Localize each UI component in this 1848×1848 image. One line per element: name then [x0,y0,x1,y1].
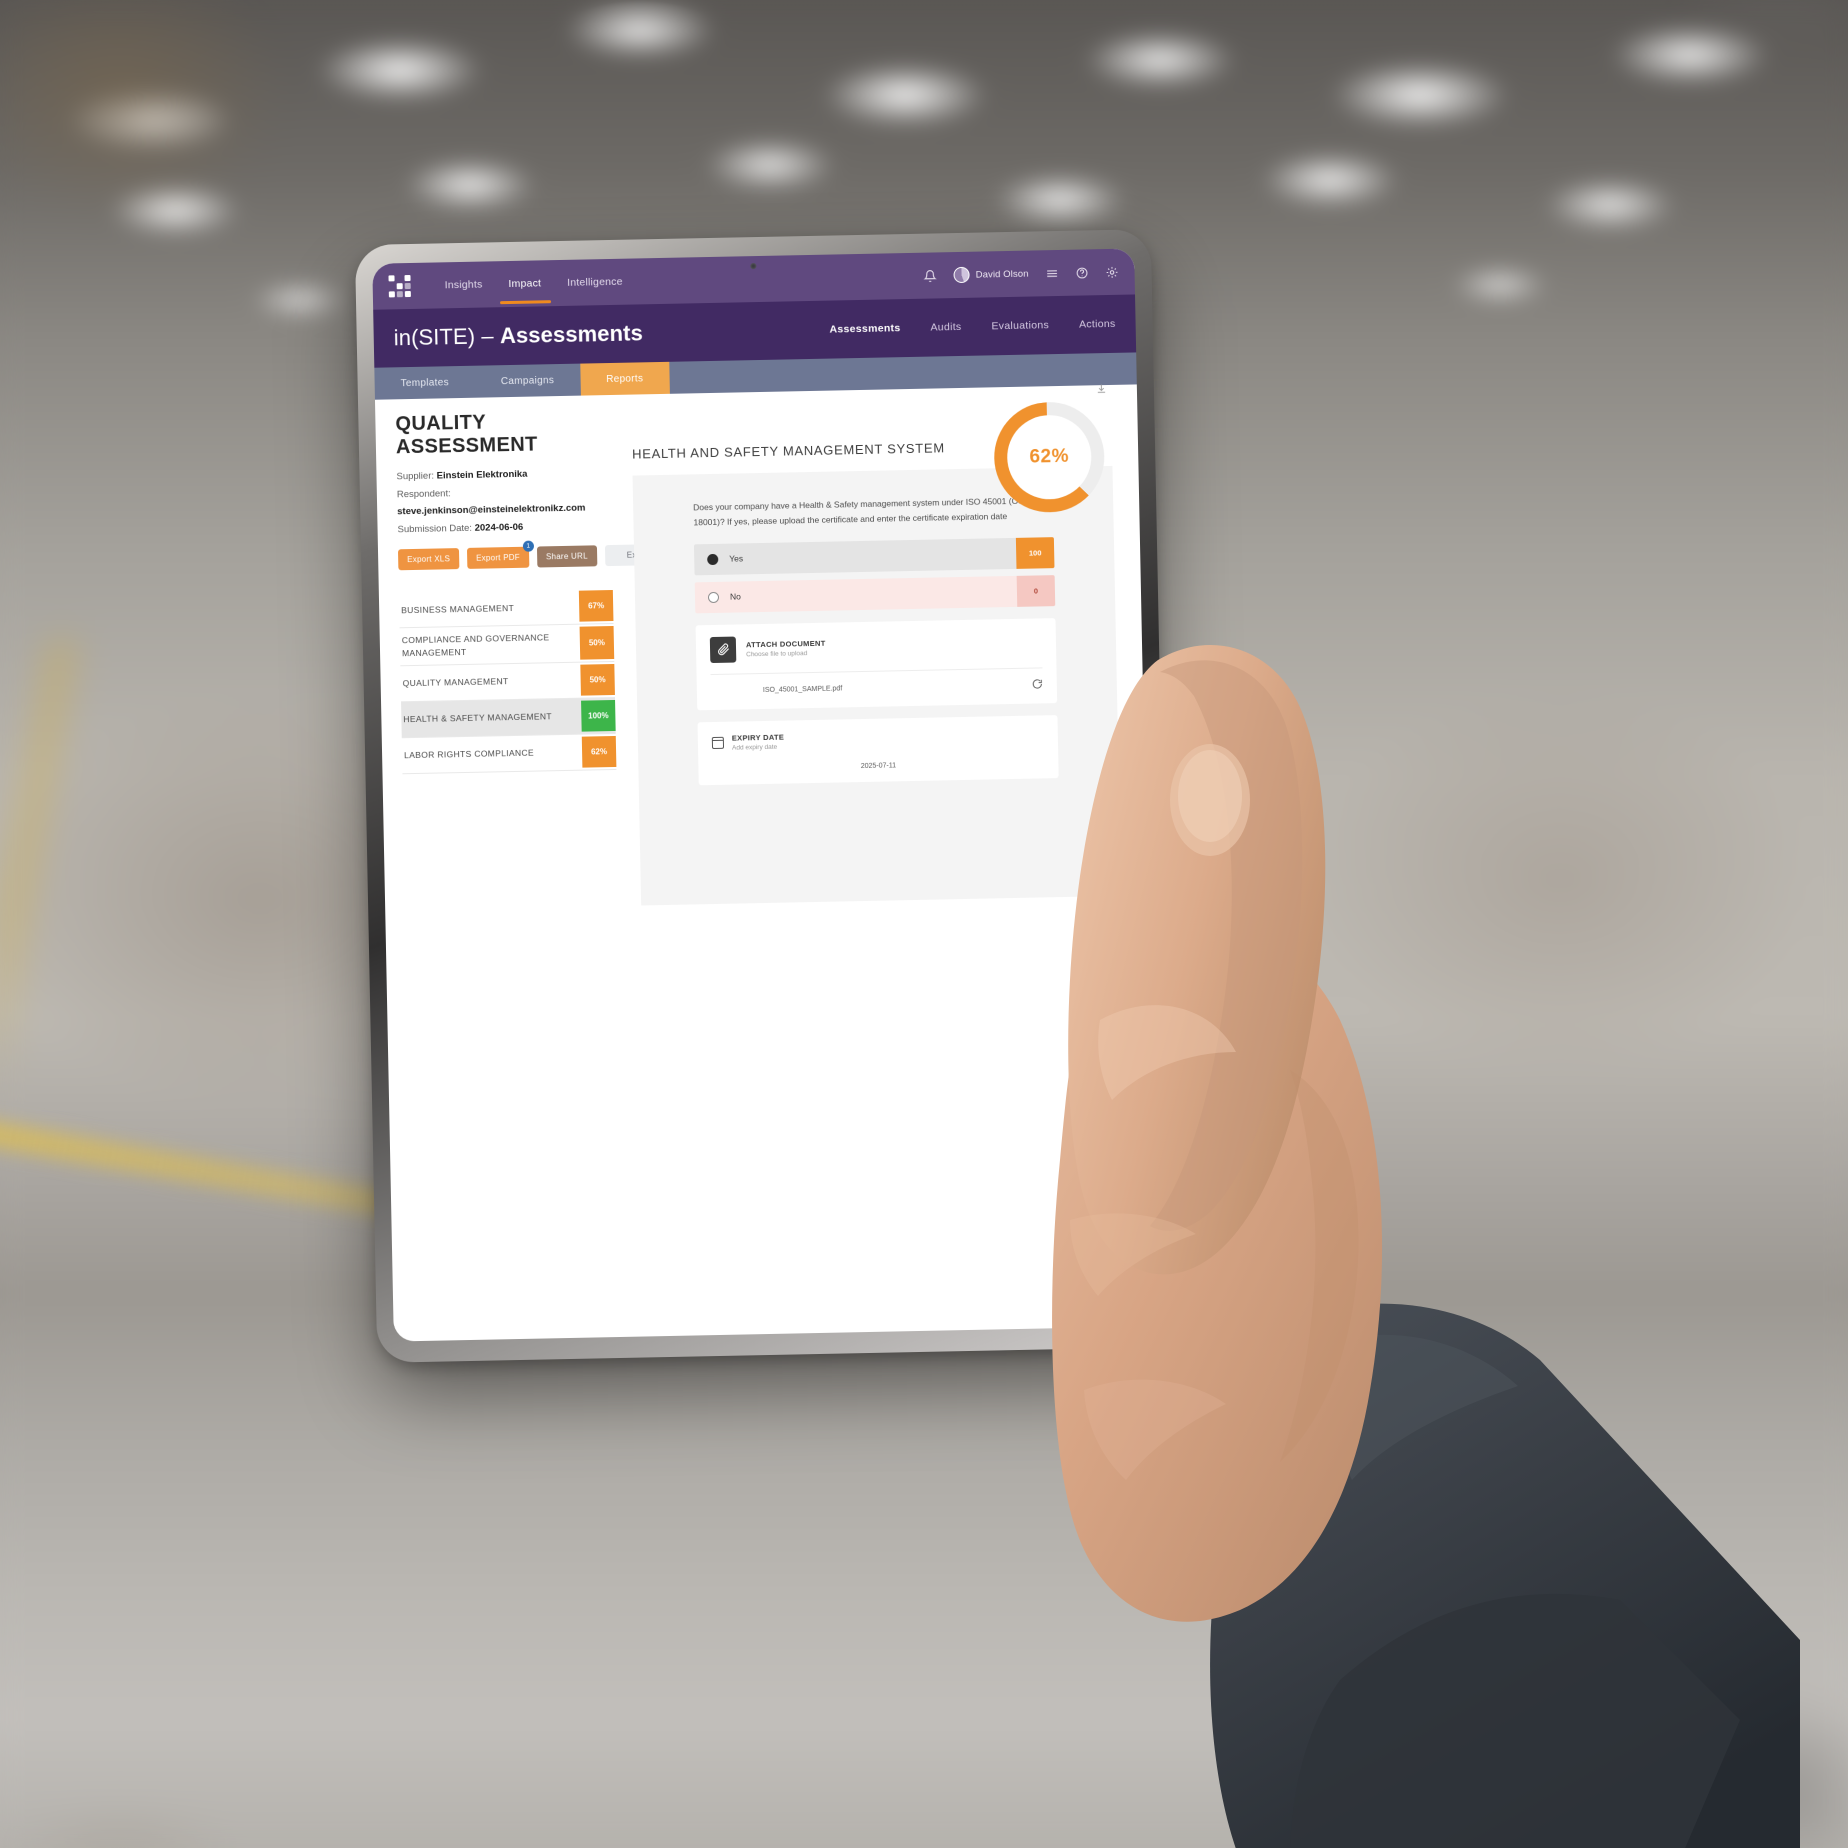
category-row-health-safety[interactable]: HEALTH & SAFETY MANAGEMENT 100% [401,697,616,739]
score-donut: 62% [993,401,1106,514]
left-column: QUALITY ASSESSMENT Supplier: Einstein El… [375,395,664,1342]
settings-icon[interactable] [1105,265,1118,278]
option-no-label: No [729,591,741,602]
score-gauge-wrapper: 62% [993,384,1106,514]
expiry-value[interactable]: 2025-07-11 [712,759,1044,773]
download-icon[interactable] [1096,383,1107,397]
submission-value: 2024-06-06 [474,521,524,534]
category-score: 67% [578,590,614,622]
attachment-sub: Choose file to upload [746,649,808,659]
report-page: QUALITY ASSESSMENT Supplier: Einstein El… [374,384,1156,1342]
expiry-text-block: EXPIRY DATE Add expiry date [732,732,785,751]
score-percent: 62% [1029,445,1070,468]
option-yes-label: Yes [729,553,744,564]
export-pdf-button[interactable]: Export PDF [466,546,530,570]
category-name: LABOR RIGHTS COMPLIANCE [404,747,535,761]
avatar [953,266,970,284]
module-nav-assessments[interactable]: Assessments [829,322,900,335]
option-yes-count: 100 [1015,536,1055,569]
category-list: BUSINESS MANAGEMENT 67% COMPLIANCE AND G… [398,588,617,775]
radio-yes-icon [707,553,719,565]
top-nav-impact[interactable]: Impact [508,277,541,303]
attachment-text-block: ATTACH DOCUMENT Choose file to upload [746,638,826,658]
category-row-business-management[interactable]: BUSINESS MANAGEMENT 67% [398,588,614,629]
category-score: 50% [580,663,615,696]
radio-no-icon [707,591,720,603]
respondent-value: steve.jenkinson@einsteinelektronikz.com [397,502,586,518]
paperclip-icon [709,636,737,663]
option-no[interactable]: No 0 [694,574,1056,614]
attachment-card: ATTACH DOCUMENT Choose file to upload IS… [695,617,1058,711]
module-nav-actions[interactable]: Actions [1079,318,1116,331]
top-nav-intelligence[interactable]: Intelligence [567,275,623,301]
attachment-filename[interactable]: ISO_45001_SAMPLE.pdf [763,685,843,694]
user-chip[interactable]: David Olson [953,266,1029,284]
expiry-header: EXPIRY DATE Add expiry date [711,727,1044,752]
respondent-line: Respondent: steve.jenkinson@einsteinelek… [397,482,612,521]
category-name: BUSINESS MANAGEMENT [401,602,515,615]
tab-reports[interactable]: Reports [579,361,670,396]
category-name: COMPLIANCE AND GOVERNANCE MANAGEMENT [401,632,550,658]
user-name: David Olson [975,268,1029,281]
top-nav-right-cluster: David Olson [923,264,1119,284]
top-nav-insights[interactable]: Insights [445,278,483,304]
question-inner: Does your company have a Health & Safety… [693,493,1059,786]
share-url-button[interactable]: Share URL [536,545,598,568]
category-name: HEALTH & SAFETY MANAGEMENT [403,711,553,725]
calendar-icon [711,736,725,749]
hamburger-icon[interactable] [1045,266,1058,279]
category-row-compliance-governance[interactable]: COMPLIANCE AND GOVERNANCE MANAGEMENT 50% [399,624,615,667]
respondent-label: Respondent: [396,487,451,500]
insite-logo-icon[interactable] [388,274,411,298]
submission-label: Submission Date: [397,522,473,535]
supplier-value: Einstein Elektronika [436,468,528,482]
expiry-card: EXPIRY DATE Add expiry date 2025-07-11 [697,714,1059,786]
category-row-quality-management[interactable]: QUALITY MANAGEMENT 50% [400,661,616,703]
submission-line: Submission Date: 2024-06-06 [397,517,611,539]
expiry-sub: Add expiry date [731,743,778,752]
top-nav-links: Insights Impact Intelligence [444,269,623,298]
tablet-screen: Insights Impact Intelligence David Olson [372,248,1156,1342]
attachment-header: ATTACH DOCUMENT Choose file to upload [709,630,1042,663]
category-score: 50% [579,626,615,660]
tab-campaigns[interactable]: Campaigns [475,364,581,398]
attachment-file-row: ISO_45001_SAMPLE.pdf [710,667,1043,698]
module-nav-audits[interactable]: Audits [930,321,961,334]
export-pdf-badge: 1 [522,540,534,553]
category-score: 100% [581,699,616,732]
help-circle-icon[interactable] [1075,266,1088,279]
module-title-prefix: in(SITE) – [393,323,501,351]
module-title: in(SITE) – Assessments [393,320,643,351]
supplier-label: Supplier: [396,470,435,483]
tab-templates[interactable]: Templates [374,366,475,400]
export-pdf-wrapper: Export PDF 1 [466,540,534,570]
hand-holding-tablet [1052,644,1800,1848]
page-title: QUALITY ASSESSMENT [395,411,538,459]
category-row-labor-rights[interactable]: LABOR RIGHTS COMPLIANCE 62% [401,733,617,775]
front-camera [750,263,757,270]
category-score: 62% [581,735,617,768]
category-name: QUALITY MANAGEMENT [402,676,509,689]
bell-icon[interactable] [923,269,937,282]
attachment-label: ATTACH DOCUMENT [745,638,826,650]
export-xls-button[interactable]: Export XLS [397,548,460,571]
action-button-row: Export XLS Export PDF 1 Share URL Exit [397,540,664,571]
module-nav: Assessments Audits Evaluations Actions [829,318,1115,336]
expiry-label: EXPIRY DATE [731,732,785,743]
module-nav-evaluations[interactable]: Evaluations [991,319,1049,332]
report-meta: Supplier: Einstein Elektronika Responden… [396,464,611,539]
module-title-bold: Assessments [499,320,644,349]
option-yes[interactable]: Yes 100 [693,536,1055,576]
